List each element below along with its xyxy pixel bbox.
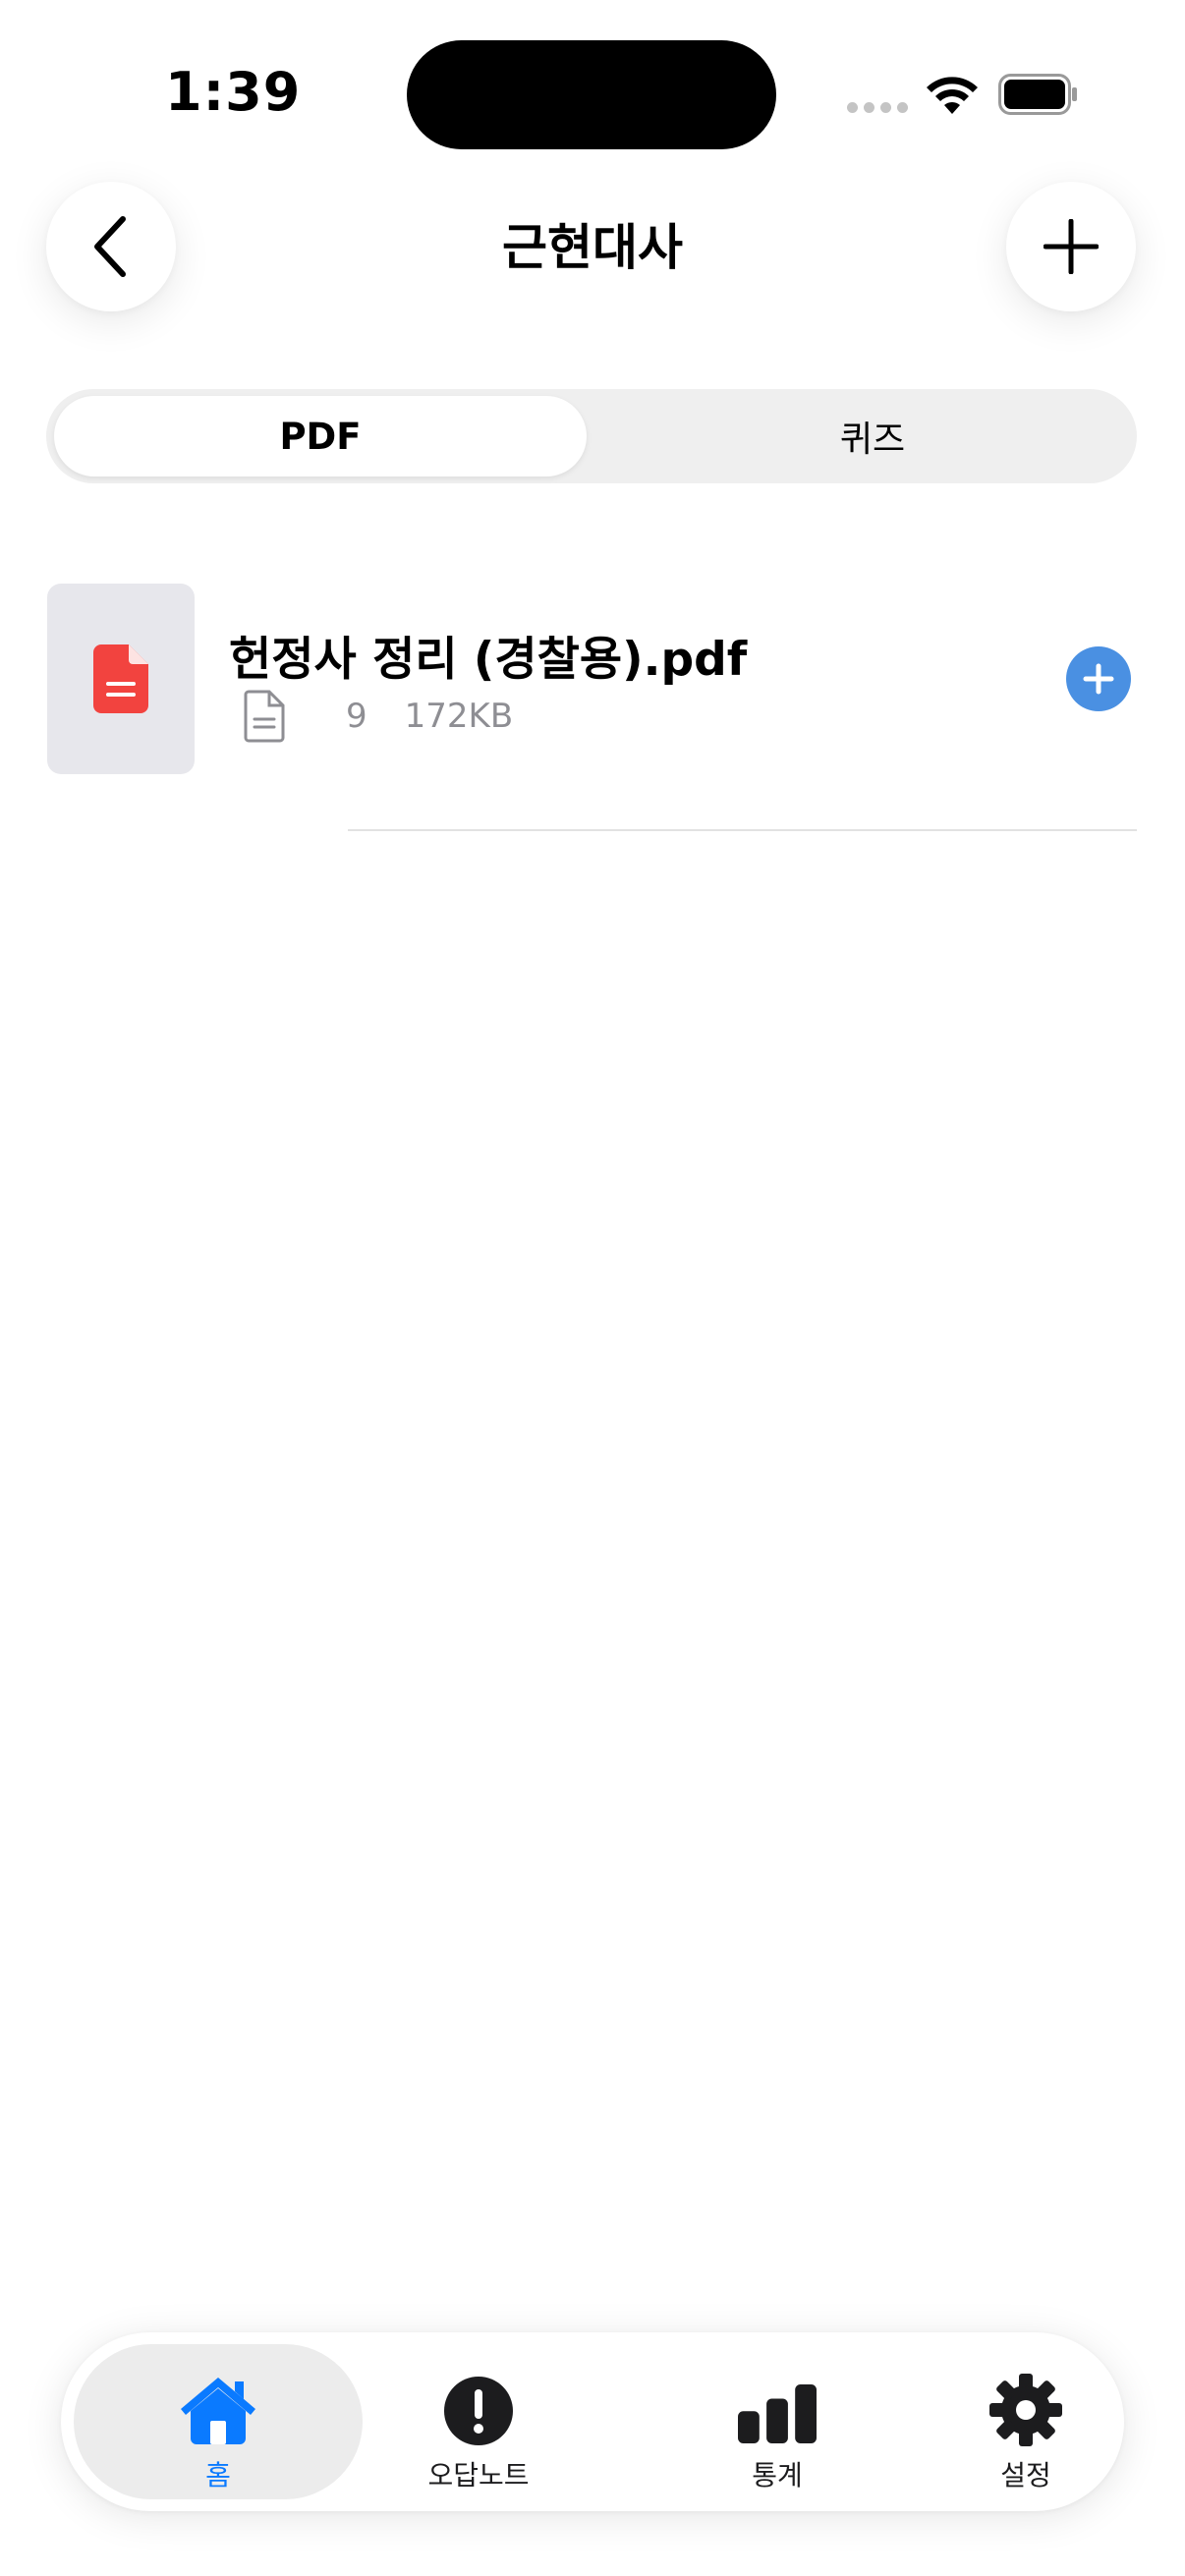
segmented-control: PDF 퀴즈: [46, 389, 1137, 483]
exclamation-circle-icon: [444, 2377, 513, 2445]
status-time: 1:39: [165, 61, 302, 123]
file-meta: 9 172KB: [244, 690, 513, 743]
wifi-icon: [927, 77, 978, 114]
house-icon: [181, 2378, 255, 2444]
pdf-thumbnail[interactable]: [47, 584, 195, 774]
file-name[interactable]: 헌정사 정리 (경찰용).pdf: [229, 621, 747, 689]
document-icon: [244, 690, 285, 743]
pdf-file-icon: [93, 644, 148, 713]
tab-home[interactable]: 홈: [74, 2344, 363, 2499]
tab-label: 설정: [1000, 2459, 1051, 2492]
dynamic-island: [407, 40, 776, 149]
gear-icon: [989, 2374, 1062, 2446]
file-size: 172KB: [404, 697, 514, 736]
cellular-signal-icon: [847, 102, 908, 113]
bar-chart-icon: [738, 2384, 817, 2443]
tab-stats[interactable]: 통계: [654, 2344, 900, 2499]
tab-label: 오답노트: [427, 2459, 530, 2492]
tab-pdf[interactable]: PDF: [54, 396, 587, 476]
add-button[interactable]: [1006, 182, 1136, 311]
tab-wrong-answers[interactable]: 오답노트: [356, 2344, 601, 2499]
tab-bar: 홈 오답노트 통계 설정: [61, 2332, 1124, 2511]
plus-icon: [1044, 219, 1099, 274]
page-count: 9: [346, 697, 367, 736]
tab-quiz[interactable]: 퀴즈: [616, 396, 1129, 476]
tab-settings[interactable]: 설정: [903, 2344, 1149, 2499]
tab-label: 홈: [205, 2459, 231, 2492]
plus-icon: [1083, 663, 1114, 695]
tab-label: 통계: [752, 2459, 803, 2492]
divider: [348, 829, 1137, 831]
battery-icon: [998, 74, 1077, 115]
add-file-button[interactable]: [1066, 646, 1131, 711]
